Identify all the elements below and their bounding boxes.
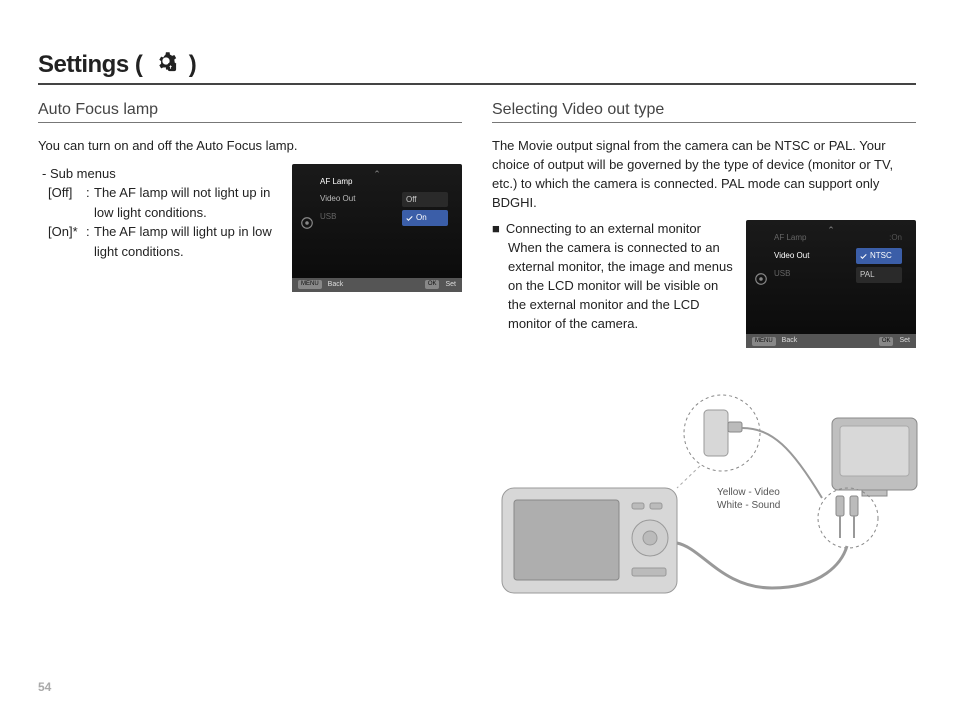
right-bullet-row: ■ Connecting to an external monitor When…	[492, 220, 916, 348]
ok-badge: OK	[425, 280, 440, 289]
left-column: Auto Focus lamp You can turn on and off …	[38, 101, 462, 608]
left-intro: You can turn on and off the Auto Focus l…	[38, 137, 462, 156]
page-title: Settings ( )	[38, 50, 196, 79]
gear-small-icon	[300, 216, 314, 230]
lcd-set-label: Set	[899, 336, 910, 346]
lcd-options: Off On	[402, 192, 448, 226]
lcd-item-videoout: Video Out	[320, 193, 355, 205]
def-row-off: [Off] : The AF lamp will not light up in…	[48, 183, 282, 222]
left-submenu-block: - Sub menus [Off] : The AF lamp will not…	[38, 164, 462, 292]
lcd-right-dim-value: :On	[889, 232, 902, 244]
lcd-back-label: Back	[328, 280, 344, 290]
lcd-set-label: Set	[445, 280, 456, 290]
lcd-preview-aflamp: ⌃ AF Lamp Video Out USB Off	[292, 164, 462, 292]
gear-small-icon	[754, 272, 768, 286]
chevron-up-icon: ⌃	[827, 224, 835, 237]
left-submenu-text: - Sub menus [Off] : The AF lamp will not…	[38, 164, 282, 262]
right-intro: The Movie output signal from the camera …	[492, 137, 916, 212]
def-colon: :	[86, 183, 94, 222]
label-yellow-video: Yellow - Video	[717, 486, 780, 499]
def-val-off: The AF lamp will not light up in low lig…	[94, 183, 282, 222]
menu-badge: MENU	[752, 337, 776, 346]
lcd-opt-on: On	[402, 210, 448, 226]
gear-icon	[155, 50, 177, 72]
lcd-opt-pal: PAL	[856, 267, 902, 283]
lcd-item-usb: USB	[320, 211, 355, 223]
right-subheading: Selecting Video out type	[492, 101, 916, 123]
lcd-opt-ntsc: NTSC	[856, 248, 902, 264]
title-prefix: Settings (	[38, 51, 142, 78]
lcd-back-label: Back	[782, 336, 798, 346]
chevron-up-icon: ⌃	[373, 168, 381, 181]
def-key-off: [Off]	[48, 183, 86, 222]
check-icon	[406, 215, 413, 222]
lcd-menu-list: AF Lamp Video Out USB	[774, 232, 809, 279]
lcd-footer: MENU Back OK Set	[746, 334, 916, 348]
lcd-footer: MENU Back OK Set	[292, 278, 462, 292]
submenu-label: - Sub menus	[42, 164, 282, 184]
plug-zoom	[818, 488, 878, 548]
title-suffix: )	[189, 51, 197, 78]
square-bullet-icon: ■	[492, 220, 500, 239]
right-body: The Movie output signal from the camera …	[492, 137, 916, 608]
camera-illustration	[502, 488, 677, 593]
camera-port-zoom	[677, 395, 760, 488]
label-white-sound: White - Sound	[717, 499, 780, 512]
bullet-body: When the camera is connected to an exter…	[508, 239, 736, 333]
menu-badge: MENU	[298, 280, 322, 289]
left-body: You can turn on and off the Auto Focus l…	[38, 137, 462, 292]
lcd-options: NTSC PAL	[856, 248, 902, 282]
def-row-on: [On]* : The AF lamp will light up in low…	[48, 222, 282, 261]
cable-color-label: Yellow - Video White - Sound	[717, 486, 780, 512]
ok-badge: OK	[879, 337, 894, 346]
two-column-layout: Auto Focus lamp You can turn on and off …	[38, 101, 916, 608]
lcd-preview-videoout: ⌃ AF Lamp Video Out USB :On	[746, 220, 916, 348]
page-title-row: Settings ( )	[38, 50, 916, 85]
bullet-title: Connecting to an external monitor	[506, 220, 701, 239]
def-val-on: The AF lamp will light up in low light c…	[94, 222, 282, 261]
page-number: 54	[38, 680, 51, 694]
lcd-opt-off: Off	[402, 192, 448, 208]
def-key-on: [On]*	[48, 222, 86, 261]
connection-diagram: Yellow - Video White - Sound	[492, 388, 922, 608]
right-column: Selecting Video out type The Movie outpu…	[492, 101, 916, 608]
lcd-item-aflamp: AF Lamp	[774, 232, 809, 244]
bullet-block: ■ Connecting to an external monitor When…	[492, 220, 736, 333]
def-colon: :	[86, 222, 94, 261]
check-icon	[860, 253, 867, 260]
lcd-item-usb: USB	[774, 268, 809, 280]
tv-illustration	[832, 418, 917, 496]
lcd-item-videoout: Video Out	[774, 250, 809, 262]
lcd-menu-list: AF Lamp Video Out USB	[320, 176, 355, 223]
left-subheading: Auto Focus lamp	[38, 101, 462, 123]
manual-page: Settings ( ) Auto Focus lamp You can tur…	[0, 0, 954, 720]
lcd-item-aflamp: AF Lamp	[320, 176, 355, 188]
